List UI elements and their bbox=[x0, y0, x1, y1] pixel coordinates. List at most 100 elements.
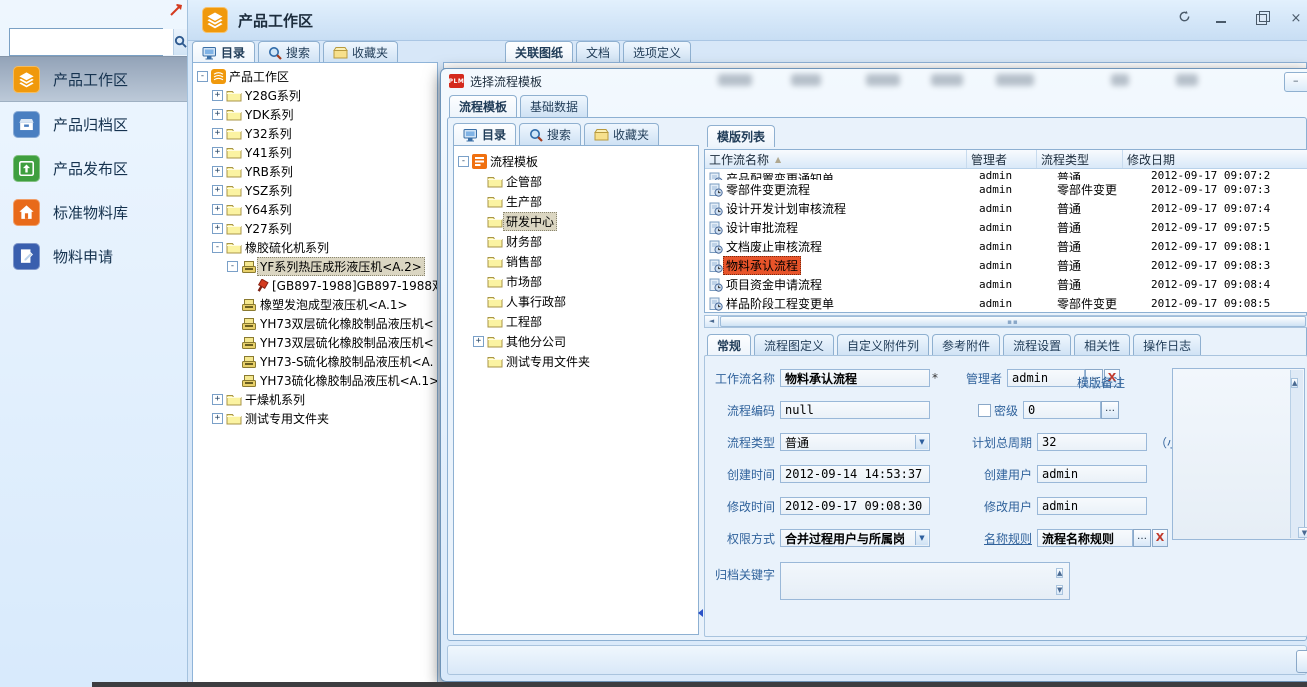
tab-template-list[interactable]: 模版列表 bbox=[707, 125, 775, 147]
pin-icon[interactable] bbox=[169, 2, 183, 21]
modified-time-field[interactable]: 2012-09-17 09:08:30 bbox=[780, 497, 930, 515]
detail-tab-7[interactable]: 操作日志 bbox=[1133, 334, 1201, 356]
ok-button[interactable] bbox=[1296, 650, 1307, 673]
permission-select[interactable]: 合并过程用户与所属岗 ▼ bbox=[780, 529, 930, 547]
table-row[interactable]: 物料承认流程admin普通2012-09-17 09:08:3 bbox=[705, 256, 1307, 275]
refresh-icon[interactable] bbox=[1173, 10, 1195, 28]
manager-field[interactable]: admin bbox=[1007, 369, 1085, 387]
workflow-name-field[interactable]: 物料承认流程 bbox=[780, 369, 930, 387]
tree-item[interactable]: 测试专用文件夹 bbox=[454, 351, 698, 371]
dialog-toolbar-tab-2[interactable]: 搜索 bbox=[519, 123, 581, 145]
scroll-left-icon[interactable]: ◄ bbox=[705, 316, 719, 327]
expand-icon[interactable]: + bbox=[212, 394, 223, 405]
table-row[interactable]: 样品阶段工程变更单admin零部件变更2012-09-17 09:08:5 bbox=[705, 294, 1307, 313]
toolbar-tab-1[interactable]: 目录 bbox=[192, 41, 255, 63]
detail-tab-5[interactable]: 流程设置 bbox=[1003, 334, 1071, 356]
archive-keyword-textarea[interactable]: ▲ ▼ bbox=[780, 562, 1070, 600]
table-row[interactable]: 文档废止审核流程admin普通2012-09-17 09:08:1 bbox=[705, 237, 1307, 256]
expand-icon[interactable]: + bbox=[212, 166, 223, 177]
sidebar-item-5[interactable]: 物料申请 bbox=[0, 234, 187, 278]
name-rule-link[interactable]: 名称规则 bbox=[940, 530, 1032, 547]
content-tab-1[interactable]: 关联图纸 bbox=[505, 41, 573, 63]
sidebar-item-2[interactable]: 产品归档区 bbox=[0, 102, 187, 146]
column-header-4[interactable]: 修改日期 bbox=[1123, 150, 1307, 168]
table-row[interactable]: 产品配置变更通知单admin普通2012-09-17 09:07:2 bbox=[705, 169, 1307, 180]
collapse-icon[interactable]: - bbox=[212, 242, 223, 253]
expand-icon[interactable]: + bbox=[212, 90, 223, 101]
tree-item[interactable]: 工程部 bbox=[454, 311, 698, 331]
tree-item[interactable]: YH73-S硫化橡胶制品液压机<A. bbox=[193, 352, 437, 371]
tree-item[interactable]: +Y32系列 bbox=[193, 124, 437, 143]
detail-tab-1[interactable]: 常规 bbox=[707, 334, 751, 356]
template-note-textarea[interactable]: ▲ ▼ bbox=[1172, 368, 1305, 540]
expand-icon[interactable]: + bbox=[212, 204, 223, 215]
sidebar-item-1[interactable]: 产品工作区 bbox=[0, 56, 187, 102]
scroll-down-icon[interactable]: ▼ bbox=[1298, 527, 1307, 538]
dialog-tab-2[interactable]: 基础数据 bbox=[520, 95, 588, 117]
dialog-toolbar-tab-3[interactable]: 收藏夹 bbox=[584, 123, 659, 145]
column-header-2[interactable]: 管理者 bbox=[967, 150, 1037, 168]
sidebar-item-4[interactable]: 标准物料库 bbox=[0, 190, 187, 234]
expand-icon[interactable]: + bbox=[473, 336, 484, 347]
close-icon[interactable]: × bbox=[1285, 10, 1307, 28]
scroll-up-icon[interactable]: ▲ bbox=[1291, 378, 1298, 388]
tree-item[interactable]: +Y28G系列 bbox=[193, 86, 437, 105]
collapse-icon[interactable]: - bbox=[197, 71, 208, 82]
collapse-icon[interactable]: - bbox=[227, 261, 238, 272]
table-row[interactable]: 设计审批流程admin普通2012-09-17 09:07:5 bbox=[705, 218, 1307, 237]
tree-item[interactable]: +Y27系列 bbox=[193, 219, 437, 238]
name-rule-field[interactable]: 流程名称规则 bbox=[1037, 529, 1133, 547]
created-time-field[interactable]: 2012-09-14 14:53:37 bbox=[780, 465, 930, 483]
detail-tab-2[interactable]: 流程图定义 bbox=[754, 334, 834, 356]
splitter-collapse-icon[interactable] bbox=[698, 609, 703, 617]
cycle-field[interactable]: 32 bbox=[1037, 433, 1147, 451]
name-rule-browse-button[interactable]: … bbox=[1133, 529, 1151, 547]
tree-item[interactable]: 人事行政部 bbox=[454, 291, 698, 311]
tree-item[interactable]: +YRB系列 bbox=[193, 162, 437, 181]
tree-item[interactable]: +YSZ系列 bbox=[193, 181, 437, 200]
secret-browse-button[interactable]: … bbox=[1101, 401, 1119, 419]
tree-item[interactable]: 企管部 bbox=[454, 171, 698, 191]
sidebar-item-3[interactable]: 产品发布区 bbox=[0, 146, 187, 190]
dialog-toolbar-tab-1[interactable]: 目录 bbox=[453, 123, 516, 145]
detail-tab-3[interactable]: 自定义附件列 bbox=[837, 334, 929, 356]
expand-icon[interactable]: + bbox=[212, 185, 223, 196]
tree-item[interactable]: -橡胶硫化机系列 bbox=[193, 238, 437, 257]
expand-icon[interactable]: + bbox=[212, 147, 223, 158]
tree-item[interactable]: -产品工作区 bbox=[193, 67, 437, 86]
dialog-titlebar[interactable]: PLM 选择流程模板 – bbox=[441, 69, 1307, 93]
toolbar-tab-2[interactable]: 搜索 bbox=[258, 41, 320, 63]
tree-item[interactable]: +Y41系列 bbox=[193, 143, 437, 162]
scroll-down-icon[interactable]: ▼ bbox=[1056, 585, 1063, 595]
column-header-1[interactable]: 工作流名称▲ bbox=[705, 150, 967, 168]
minimize-icon[interactable] bbox=[1210, 10, 1232, 28]
tree-item[interactable]: YH73双层硫化橡胶制品液压机< bbox=[193, 314, 437, 333]
tree-item[interactable]: 财务部 bbox=[454, 231, 698, 251]
expand-icon[interactable]: + bbox=[212, 109, 223, 120]
tree-item[interactable]: +测试专用文件夹 bbox=[193, 409, 437, 428]
process-type-select[interactable]: 普通 ▼ bbox=[780, 433, 930, 451]
detail-tab-6[interactable]: 相关性 bbox=[1074, 334, 1130, 356]
expand-icon[interactable]: + bbox=[212, 223, 223, 234]
name-rule-clear-button[interactable]: X bbox=[1152, 529, 1168, 547]
toolbar-tab-3[interactable]: 收藏夹 bbox=[323, 41, 398, 63]
tree-item[interactable]: -YF系列热压成形液压机<A.2> bbox=[193, 257, 437, 276]
tree-item[interactable]: +Y64系列 bbox=[193, 200, 437, 219]
secret-field[interactable]: 0 bbox=[1023, 401, 1101, 419]
detail-tab-4[interactable]: 参考附件 bbox=[932, 334, 1000, 356]
tree-item[interactable]: +其他分公司 bbox=[454, 331, 698, 351]
search-input[interactable] bbox=[10, 29, 173, 55]
tree-item[interactable]: +干燥机系列 bbox=[193, 390, 437, 409]
tree-item[interactable]: 橡塑发泡成型液压机<A.1> bbox=[193, 295, 437, 314]
dialog-minimize-button[interactable]: – bbox=[1284, 72, 1307, 92]
note-scrollbar[interactable]: ▲ ▼ bbox=[1290, 370, 1303, 538]
created-user-field[interactable]: admin bbox=[1037, 465, 1147, 483]
table-row[interactable]: 项目资金申请流程admin普通2012-09-17 09:08:4 bbox=[705, 275, 1307, 294]
scroll-up-icon[interactable]: ▲ bbox=[1056, 568, 1063, 578]
expand-icon[interactable]: + bbox=[212, 413, 223, 424]
expand-icon[interactable]: + bbox=[212, 128, 223, 139]
table-row[interactable]: 零部件变更流程admin零部件变更2012-09-17 09:07:3 bbox=[705, 180, 1307, 199]
secret-checkbox[interactable] bbox=[978, 404, 991, 417]
content-tab-2[interactable]: 文档 bbox=[576, 41, 620, 63]
tree-item[interactable]: YH73硫化橡胶制品液压机<A.1> bbox=[193, 371, 437, 390]
